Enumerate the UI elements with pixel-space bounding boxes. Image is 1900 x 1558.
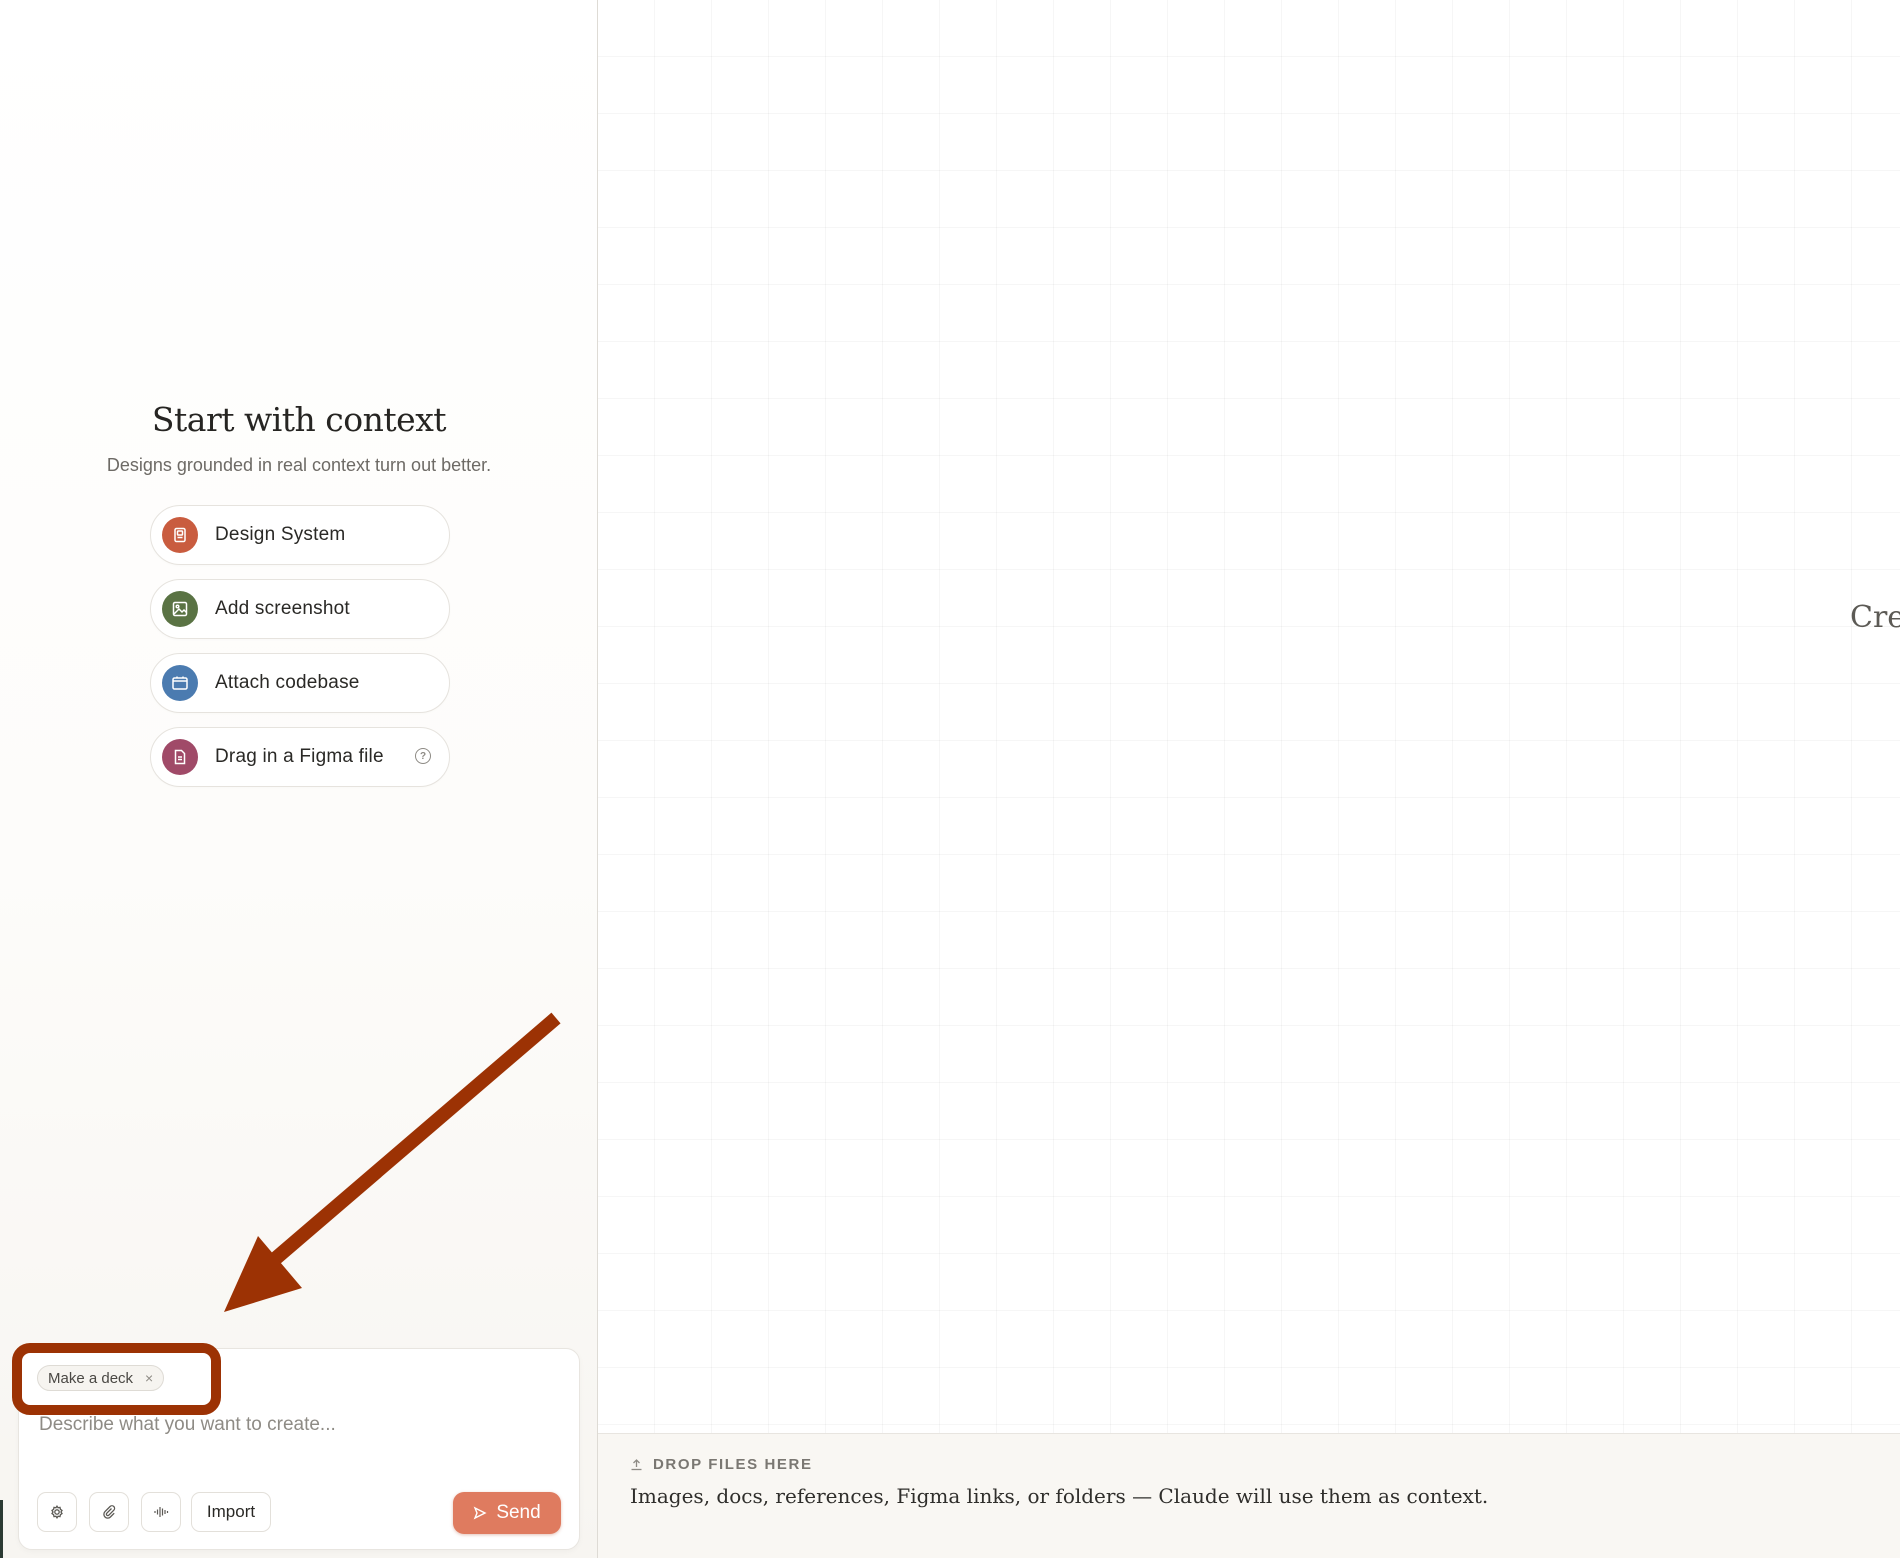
image-icon [162, 591, 198, 627]
option-label: Drag in a Figma file [215, 746, 384, 767]
option-figma-file[interactable]: Drag in a Figma file ? [150, 727, 450, 787]
settings-icon [51, 1505, 63, 1519]
settings-button[interactable] [37, 1492, 77, 1532]
drop-zone[interactable]: DROP FILES HERE Images, docs, references… [598, 1433, 1900, 1558]
prompt-input[interactable] [37, 1409, 561, 1441]
context-title: Start with context [151, 400, 447, 439]
upload-icon [631, 1459, 642, 1471]
drop-label: DROP FILES HERE [630, 1456, 813, 1473]
send-button[interactable]: Send [453, 1492, 561, 1534]
option-design-system[interactable]: Design System [150, 505, 450, 565]
send-label: Send [496, 1502, 541, 1523]
paperclip-icon [103, 1505, 116, 1519]
folder-code-icon [162, 665, 198, 701]
context-subtitle: Designs grounded in real context turn ou… [106, 455, 492, 475]
waveform-icon [154, 1507, 169, 1517]
send-icon [473, 1506, 487, 1520]
composer: Make a deck × Import Send [18, 1348, 580, 1550]
option-attach-codebase[interactable]: Attach codebase [150, 653, 450, 713]
context-options: Design System Add screenshot Attach code… [150, 505, 450, 801]
left-panel: Start with context Designs grounded in r… [0, 0, 598, 1558]
canvas[interactable]: Cre [598, 0, 1900, 1433]
help-icon[interactable]: ? [415, 748, 431, 764]
option-label: Attach codebase [215, 672, 360, 693]
voice-button[interactable] [141, 1492, 181, 1532]
window-edge [0, 1500, 3, 1558]
drop-label-text: DROP FILES HERE [653, 1456, 813, 1473]
mode-chip[interactable]: Make a deck × [37, 1365, 165, 1391]
option-label: Design System [215, 524, 346, 545]
import-button[interactable]: Import [191, 1492, 271, 1532]
chip-label: Make a deck [48, 1369, 134, 1387]
option-label: Add screenshot [215, 598, 350, 619]
canvas-heading: Cre [1850, 600, 1900, 635]
drop-description: Images, docs, references, Figma links, o… [630, 1484, 1489, 1508]
option-add-screenshot[interactable]: Add screenshot [150, 579, 450, 639]
file-icon [162, 739, 198, 775]
design-system-icon [162, 517, 198, 553]
attach-button[interactable] [89, 1492, 129, 1532]
close-icon[interactable]: × [145, 1371, 153, 1385]
